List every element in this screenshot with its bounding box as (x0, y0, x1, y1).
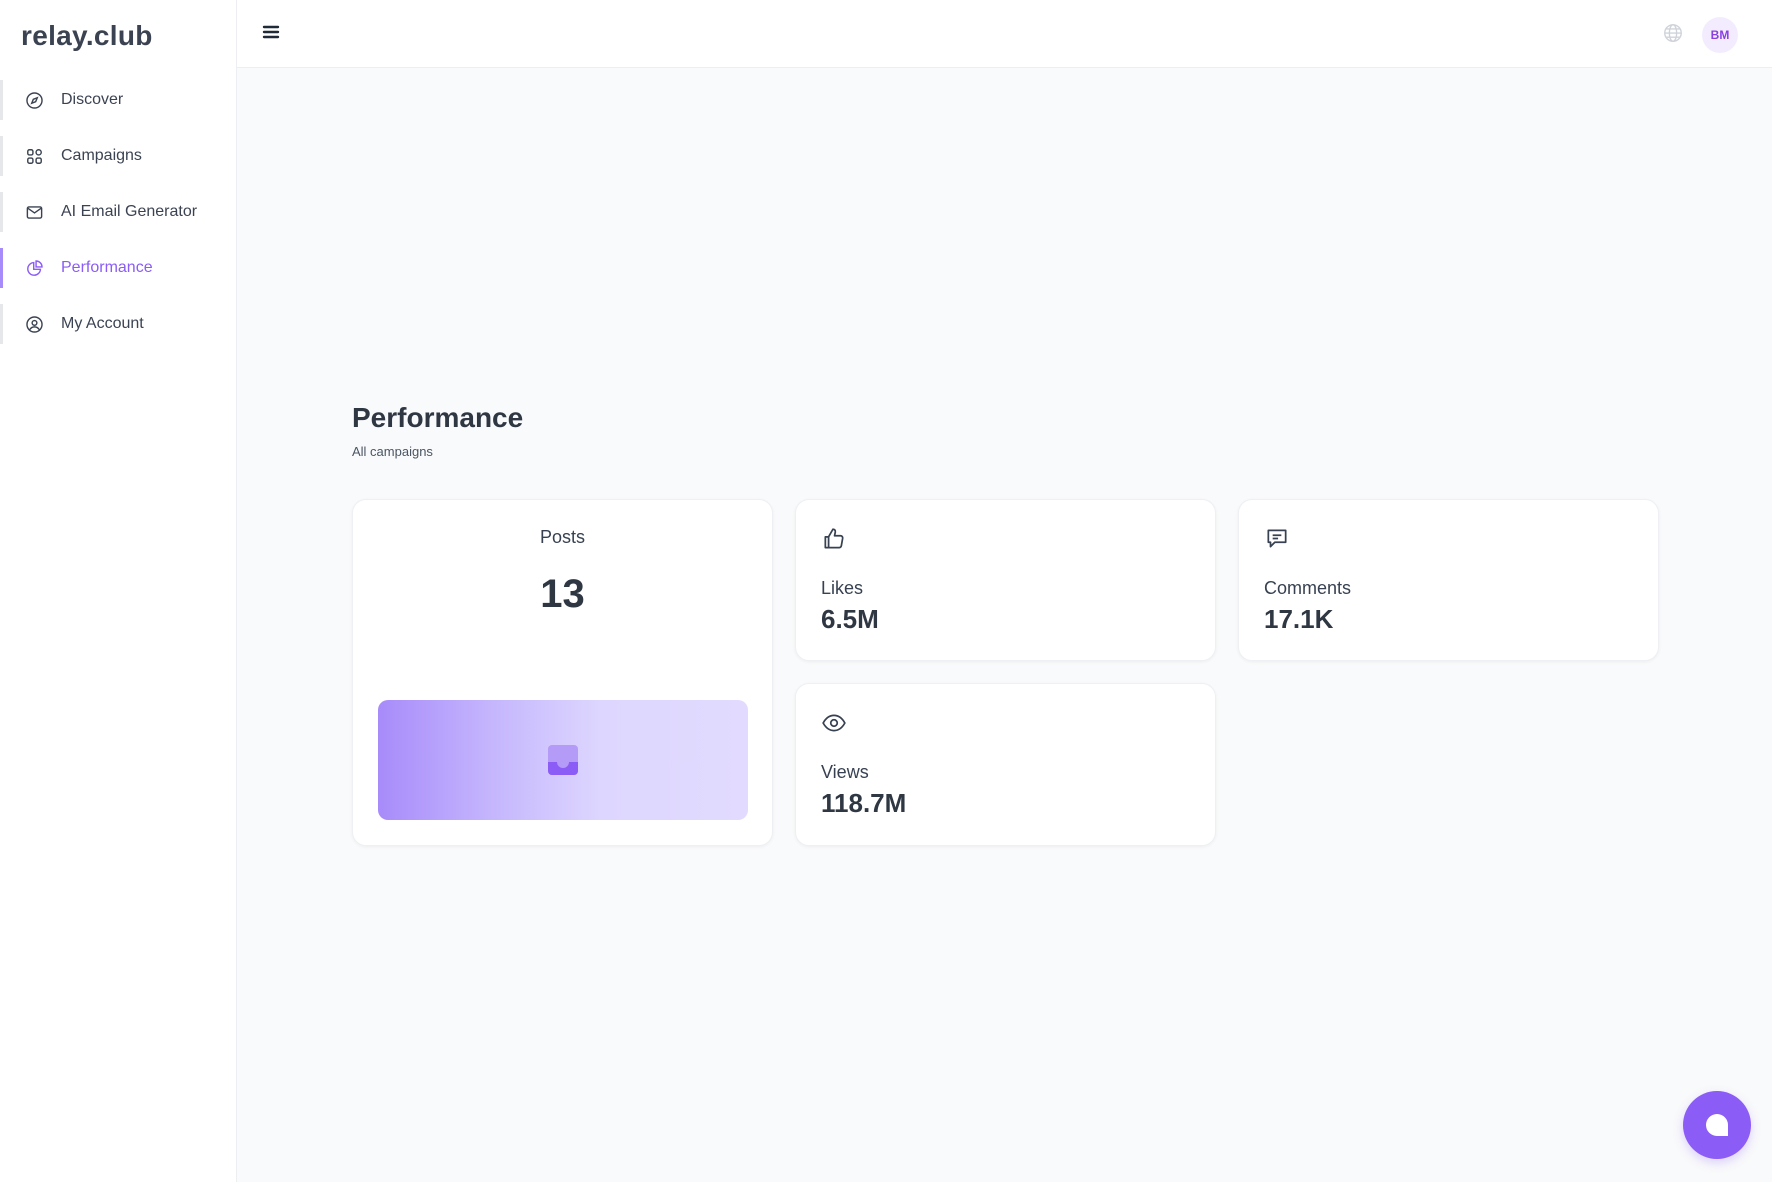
comments-value: 17.1K (1264, 604, 1334, 634)
page-title: Performance (352, 402, 524, 433)
inbox-icon (548, 745, 578, 775)
posts-preview-image (378, 700, 748, 820)
sidebar-item-campaigns[interactable]: Campaigns (0, 136, 237, 176)
posts-label: Posts (539, 527, 586, 547)
chat-bubble-icon (1706, 1114, 1728, 1136)
sidebar-item-label: My Account (61, 315, 144, 332)
page-subtitle: All campaigns (352, 444, 433, 459)
thumbs-up-icon (824, 528, 844, 549)
pie-chart-icon (24, 258, 44, 278)
grid-icon (24, 146, 44, 166)
comments-card: Comments 17.1K (1238, 499, 1659, 661)
sidebar-item-label: AI Email Generator (61, 203, 198, 220)
mail-icon (24, 202, 44, 222)
top-header: BM (237, 0, 1772, 68)
sidebar-item-performance[interactable]: Performance (0, 248, 237, 288)
sidebar-item-label: Performance (61, 259, 153, 276)
views-card: Views 118.7M (795, 683, 1216, 846)
chat-widget-button[interactable] (1683, 1091, 1751, 1159)
eye-icon (822, 714, 846, 732)
views-value: 118.7M (821, 788, 907, 818)
avatar[interactable]: BM (1702, 17, 1738, 53)
posts-card: Posts 13 (352, 499, 773, 846)
sidebar-item-label: Discover (61, 91, 124, 108)
sidebar-item-my-account[interactable]: My Account (0, 304, 237, 344)
message-square-icon (1267, 529, 1287, 548)
likes-value: 6.5M (821, 604, 879, 634)
sidebar-nav: Discover Campaigns AI Email Generator Pe… (0, 80, 237, 360)
sidebar-item-label: Campaigns (61, 147, 142, 164)
hamburger-menu-icon[interactable] (259, 20, 283, 44)
likes-label: Likes (821, 578, 864, 598)
compass-icon (24, 90, 44, 110)
comments-label: Comments (1264, 578, 1352, 598)
posts-value: 13 (540, 572, 585, 616)
app-logo[interactable]: relay.club (21, 20, 153, 52)
views-label: Views (821, 762, 869, 782)
user-circle-icon (24, 314, 44, 334)
globe-icon[interactable] (1662, 22, 1684, 44)
sidebar-item-discover[interactable]: Discover (0, 80, 237, 120)
sidebar: relay.club Discover Campaigns AI Email G… (0, 0, 237, 1182)
sidebar-item-ai-email-generator[interactable]: AI Email Generator (0, 192, 237, 232)
likes-card: Likes 6.5M (795, 499, 1216, 661)
